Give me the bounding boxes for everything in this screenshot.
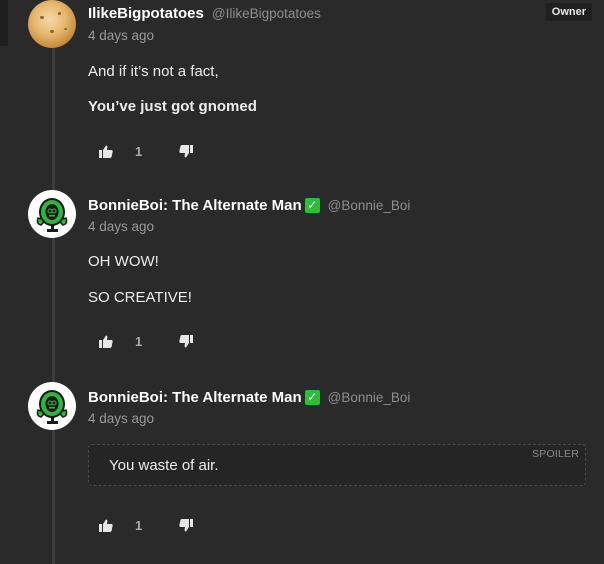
- like-count: 1: [135, 517, 143, 533]
- author-name[interactable]: IlikeBigpotatoes: [88, 5, 204, 22]
- check-badge-icon: ✓: [304, 197, 320, 213]
- timestamp[interactable]: 4 days ago: [88, 28, 154, 43]
- comment-actions: 1: [99, 517, 194, 533]
- thumbs-up-icon[interactable]: [99, 335, 113, 348]
- robot-icon: [36, 198, 68, 232]
- owner-badge: Owner: [545, 3, 592, 21]
- comment-header: BonnieBoi: The Alternate Man ✓ @Bonnie_B…: [88, 387, 410, 407]
- author-handle[interactable]: @IlikeBigpotatoes: [212, 6, 321, 21]
- author-handle[interactable]: @Bonnie_Boi: [328, 198, 411, 213]
- thumbs-up-icon[interactable]: [99, 519, 113, 532]
- avatar[interactable]: [28, 190, 76, 238]
- top-edge-shadow: [0, 0, 8, 46]
- comment-text-line: And if it’s not a fact,: [88, 63, 219, 80]
- avatar[interactable]: [28, 0, 76, 48]
- comment-header: BonnieBoi: The Alternate Man ✓ @Bonnie_B…: [88, 195, 410, 215]
- author-name[interactable]: BonnieBoi: The Alternate Man: [88, 389, 302, 406]
- author-name[interactable]: BonnieBoi: The Alternate Man: [88, 197, 302, 214]
- like-count: 1: [135, 333, 143, 349]
- robot-icon: [36, 390, 68, 424]
- check-badge-icon: ✓: [304, 389, 320, 405]
- comment-text-line: OH WOW!: [88, 253, 159, 270]
- comment-text-line: You’ve just got gnomed: [88, 98, 257, 115]
- comment-text-line: SO CREATIVE!: [88, 289, 192, 306]
- timestamp[interactable]: 4 days ago: [88, 219, 154, 234]
- thread-line: [52, 42, 55, 564]
- thumbs-down-icon[interactable]: [179, 518, 194, 532]
- comment-actions: 1: [99, 333, 194, 349]
- timestamp[interactable]: 4 days ago: [88, 411, 154, 426]
- avatar[interactable]: [28, 382, 76, 430]
- spoiler-text: You waste of air.: [109, 457, 219, 474]
- thumbs-up-icon[interactable]: [99, 145, 113, 158]
- comment-actions: 1: [99, 143, 194, 159]
- author-handle[interactable]: @Bonnie_Boi: [328, 390, 411, 405]
- comment-header: IlikeBigpotatoes @IlikeBigpotatoes: [88, 3, 321, 23]
- like-count: 1: [135, 143, 143, 159]
- spoiler-label: SPOILER: [532, 448, 579, 460]
- thumbs-down-icon[interactable]: [179, 334, 194, 348]
- thumbs-down-icon[interactable]: [179, 144, 194, 158]
- spoiler-box[interactable]: SPOILER You waste of air.: [88, 444, 586, 486]
